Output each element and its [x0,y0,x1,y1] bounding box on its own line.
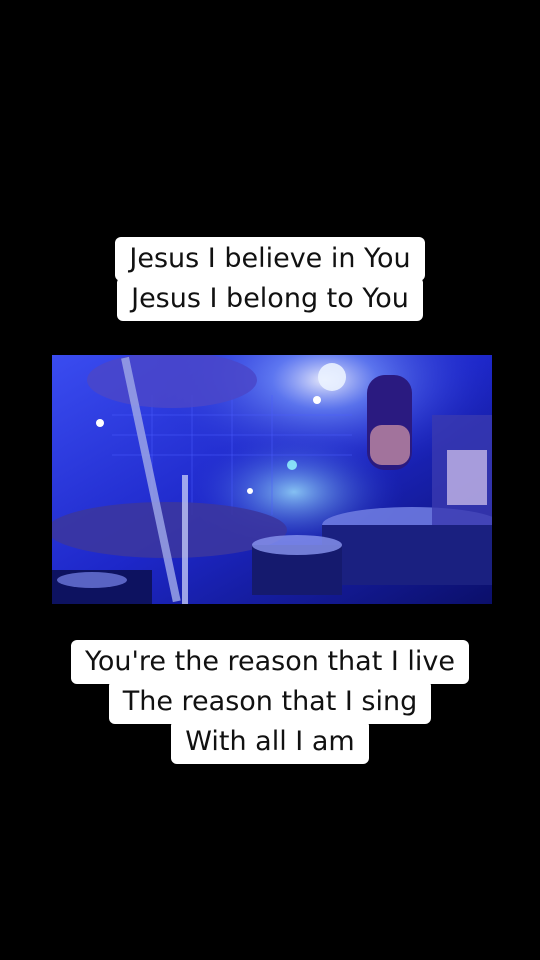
bottom-caption-line-3: With all I am [171,720,369,764]
top-caption: Jesus I believe in You Jesus I belong to… [0,237,540,321]
drum-kit-scene-image [52,355,492,604]
bottom-caption: You're the reason that I live The reason… [0,640,540,764]
top-caption-line-1: Jesus I believe in You [115,237,425,281]
bottom-caption-line-2: The reason that I sing [108,680,432,724]
top-caption-line-2: Jesus I belong to You [117,277,423,321]
video-frame[interactable] [52,355,492,604]
bottom-caption-line-1: You're the reason that I live [70,640,470,684]
